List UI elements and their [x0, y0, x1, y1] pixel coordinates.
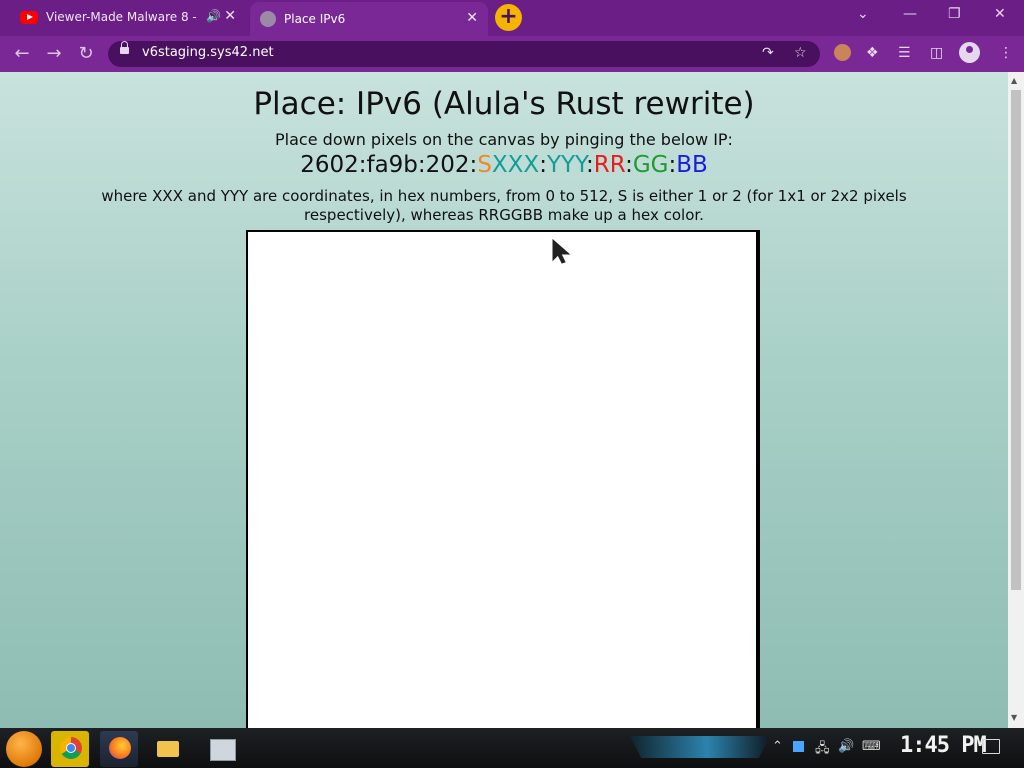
forward-button[interactable]: → [42, 42, 66, 66]
taskbar-clock[interactable]: 1:45 PM [900, 733, 987, 758]
close-window-button[interactable]: ✕ [994, 6, 1006, 22]
ip-x-part: XXX [491, 152, 540, 178]
keyboard-icon[interactable]: ⌨ [862, 739, 881, 754]
page-viewport: Place: IPv6 (Alula's Rust rewrite) Place… [0, 72, 1008, 728]
volume-icon[interactable]: 🔊 [838, 739, 854, 754]
youtube-icon [20, 10, 38, 24]
extension-avatar-icon[interactable] [834, 44, 851, 61]
ip-separator: : [539, 152, 547, 178]
system-app-icon[interactable] [210, 739, 236, 761]
scrollbar-thumb[interactable] [1011, 90, 1021, 590]
ip-y-part: YYY [546, 152, 587, 178]
pixel-canvas[interactable] [246, 230, 760, 728]
restore-button[interactable]: ❐ [948, 6, 961, 22]
chevron-down-icon[interactable]: ⌄ [857, 6, 869, 22]
ip-separator: : [625, 152, 633, 178]
ip-blue-part: BB [676, 152, 708, 178]
taskbar-decoration [630, 736, 770, 758]
url-text[interactable]: v6staging.sys42.net [142, 45, 274, 60]
file-explorer-icon[interactable] [157, 741, 179, 757]
side-panel-icon[interactable]: ◫ [930, 44, 943, 62]
lock-icon[interactable] [120, 41, 129, 54]
menu-kebab-icon[interactable]: ⋮ [999, 44, 1013, 62]
network-icon[interactable]: 🖧 [815, 739, 830, 761]
close-icon[interactable]: ✕ [466, 10, 478, 26]
tab-strip: Viewer-Made Malware 8 - N 🔊 ✕ Place IPv6… [0, 0, 1024, 36]
start-button[interactable] [6, 731, 42, 767]
notification-icon[interactable] [982, 739, 1000, 754]
ip-green-part: GG [632, 152, 669, 178]
tab-place-ipv6[interactable]: Place IPv6 ✕ [250, 2, 488, 36]
globe-icon [260, 11, 276, 27]
tab-title: Viewer-Made Malware 8 - N [46, 10, 196, 24]
firefox-icon [109, 737, 131, 759]
page-title: Place: IPv6 (Alula's Rust rewrite) [253, 86, 755, 122]
close-icon[interactable]: ✕ [224, 8, 236, 24]
new-tab-button[interactable]: + [495, 4, 522, 31]
profile-avatar-icon[interactable] [959, 42, 980, 63]
tab-youtube[interactable]: Viewer-Made Malware 8 - N 🔊 ✕ [8, 0, 246, 34]
page-subtitle: Place down pixels on the canvas by pingi… [275, 130, 733, 149]
chrome-icon [60, 737, 82, 759]
scroll-up-arrow-icon[interactable]: ▲ [1011, 76, 1017, 85]
back-button[interactable]: ← [10, 42, 34, 66]
reload-button[interactable]: ↻ [74, 42, 98, 66]
scroll-down-arrow-icon[interactable]: ▼ [1011, 713, 1017, 722]
ip-size-part: S [477, 152, 492, 178]
speaker-icon[interactable]: 🔊 [206, 9, 221, 23]
ip-separator: : [586, 152, 594, 178]
minimize-button[interactable]: — [903, 6, 917, 22]
share-icon[interactable]: ↷ [762, 44, 774, 62]
page-description: where XXX and YYY are coordinates, in he… [101, 187, 907, 224]
ip-red-part: RR [593, 152, 626, 178]
tray-chevron-up-icon[interactable]: ⌃ [772, 739, 783, 754]
bookmark-star-icon[interactable]: ☆ [794, 44, 807, 62]
media-playlist-icon[interactable]: ☰ [898, 44, 911, 62]
tab-title: Place IPv6 [284, 12, 346, 26]
mouse-cursor-icon [552, 239, 571, 264]
ip-prefix: 2602:fa9b:202: [300, 152, 478, 178]
ip-address-format: 2602:fa9b:202:SXXX:YYY:RR:GG:BB [0, 152, 1008, 178]
extensions-puzzle-icon[interactable]: ❖ [866, 44, 879, 62]
tray-app-icon[interactable] [793, 741, 804, 752]
